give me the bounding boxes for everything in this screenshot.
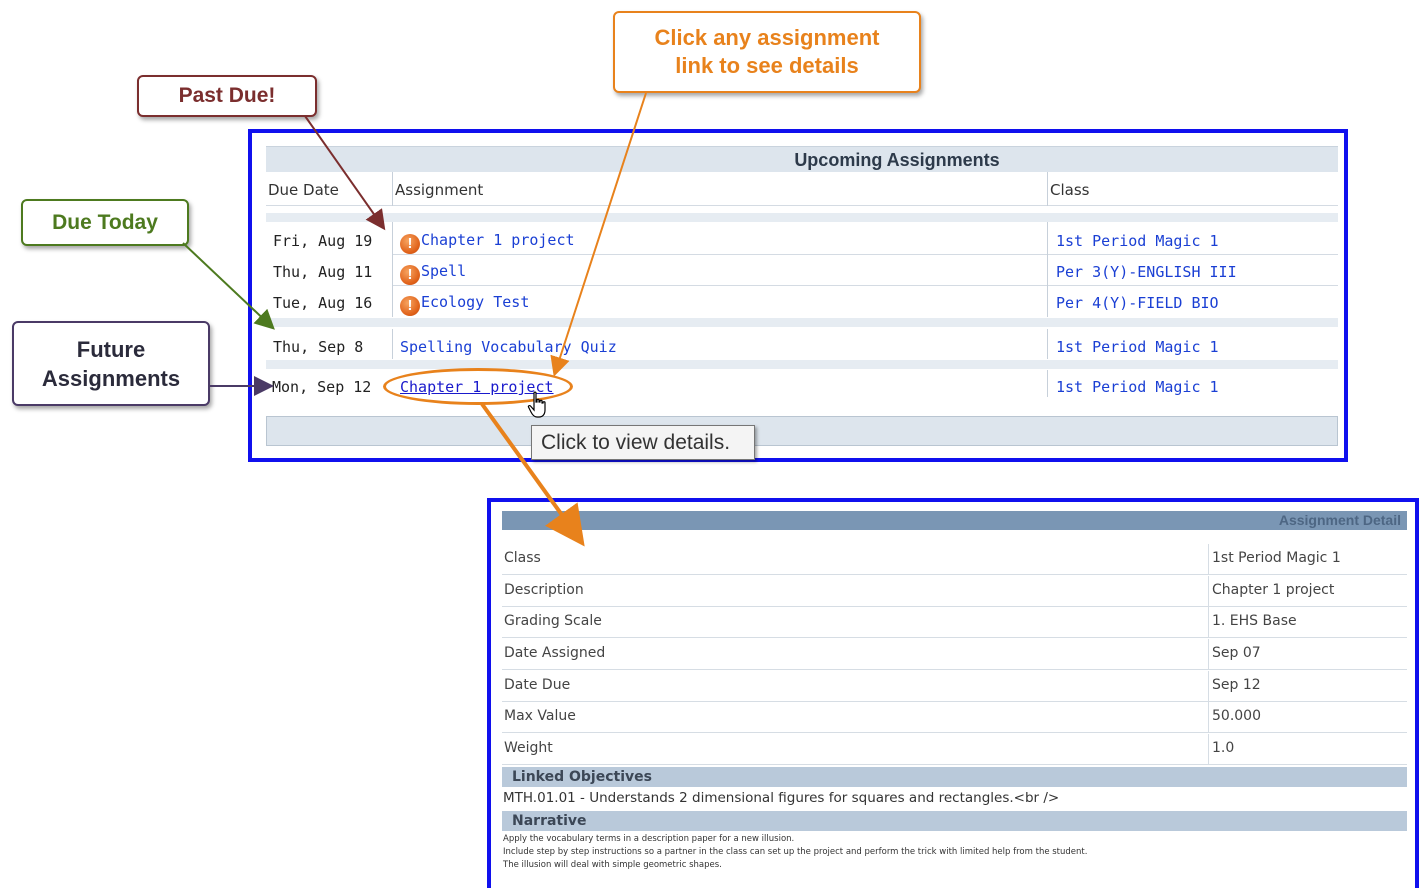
class-link[interactable]: Per 3(Y)-ENGLISH III	[1056, 263, 1237, 281]
detail-row-max-value: Max Value 50.000	[502, 702, 1407, 733]
row-due-date: Thu, Sep 8	[273, 338, 364, 356]
past-due-callout: Past Due!	[137, 75, 317, 117]
exclamation-icon: !	[400, 234, 420, 254]
detail-value: Sep 07	[1212, 645, 1261, 661]
today-col-divider-2	[1047, 329, 1048, 359]
linked-objective-text: MTH.01.01 - Understands 2 dimensional fi…	[503, 790, 1060, 806]
row-due-date: Fri, Aug 19	[273, 232, 373, 250]
future-col-divider	[1047, 370, 1048, 397]
upcoming-assignments-title: Upcoming Assignments	[266, 146, 1338, 172]
assignment-link-text: Ecology Test	[421, 293, 530, 311]
header-due-date: Due Date	[268, 181, 339, 199]
detail-value: Sep 12	[1212, 677, 1261, 693]
detail-label: Grading Scale	[504, 613, 602, 629]
header-class: Class	[1050, 181, 1090, 199]
assignment-link-spell[interactable]: ! Spell	[400, 262, 466, 285]
detail-value: Chapter 1 project	[1212, 582, 1335, 598]
detail-label: Max Value	[504, 708, 576, 724]
narrative-header: Narrative	[502, 811, 1407, 831]
due-today-callout: Due Today	[21, 199, 189, 246]
tooltip: Click to view details.	[531, 425, 755, 460]
row-divider	[392, 285, 1338, 286]
header-assignment: Assignment	[395, 181, 484, 199]
assignment-link-text: Spell	[421, 262, 467, 280]
detail-label: Description	[504, 582, 584, 598]
row-divider	[392, 254, 1338, 255]
assignment-link-text: Chapter 1 project	[421, 231, 575, 249]
due-today-callout-text: Due Today	[52, 210, 158, 234]
future-callout-line2: Assignments	[41, 365, 181, 391]
header-col-divider-1	[392, 172, 393, 206]
past-due-callout-text: Past Due!	[178, 84, 276, 107]
detail-value: 1st Period Magic 1	[1212, 550, 1341, 566]
row-due-date: Tue, Aug 16	[273, 294, 373, 312]
detail-value: 50.000	[1212, 708, 1261, 724]
detail-label: Weight	[504, 740, 553, 756]
hand-cursor-icon	[527, 391, 546, 418]
detail-value: 1. EHS Base	[1212, 613, 1297, 629]
section-spacer-future	[266, 360, 1338, 369]
exclamation-icon: !	[400, 265, 420, 285]
detail-row-grading-scale: Grading Scale 1. EHS Base	[502, 607, 1407, 638]
detail-row-description: Description Chapter 1 project	[502, 576, 1407, 607]
narrative-line: The illusion will deal with simple geome…	[503, 860, 722, 870]
narrative-line: Include step by step instructions so a p…	[503, 847, 1088, 857]
click-assignment-callout: Click any assignment link to see details	[613, 11, 921, 93]
click-callout-line1: Click any assignment	[654, 25, 880, 50]
detail-label: Date Due	[504, 677, 571, 693]
detail-label: Class	[504, 550, 541, 566]
detail-row-date-assigned: Date Assigned Sep 07	[502, 639, 1407, 670]
click-callout-line2: link to see details	[675, 53, 859, 78]
class-link[interactable]: 1st Period Magic 1	[1056, 378, 1219, 396]
today-col-divider-1	[392, 329, 393, 359]
assignment-detail-title: Assignment Detail	[502, 511, 1407, 530]
exclamation-icon: !	[400, 296, 420, 316]
header-col-divider-2	[1047, 172, 1048, 206]
past-due-col-divider-2	[1047, 222, 1048, 317]
row-due-date: Thu, Aug 11	[273, 263, 373, 281]
past-due-col-divider-1	[392, 222, 393, 317]
upcoming-assignments-footer	[266, 416, 1338, 446]
detail-row-class: Class 1st Period Magic 1	[502, 544, 1407, 575]
narrative-line: Apply the vocabulary terms in a descript…	[503, 834, 795, 844]
detail-label: Date Assigned	[504, 645, 606, 661]
detail-row-weight: Weight 1.0	[502, 734, 1407, 765]
class-link[interactable]: 1st Period Magic 1	[1056, 338, 1219, 356]
section-spacer-past-due	[266, 213, 1338, 222]
assignment-link-chapter-1-project-past[interactable]: ! Chapter 1 project	[400, 231, 575, 254]
future-callout-line1: Future	[76, 336, 146, 362]
future-assignments-callout: Future Assignments	[12, 321, 210, 406]
detail-row-date-due: Date Due Sep 12	[502, 671, 1407, 702]
header-divider	[266, 205, 1338, 206]
assignment-link-spelling-vocabulary-quiz[interactable]: Spelling Vocabulary Quiz	[400, 338, 617, 356]
class-link[interactable]: 1st Period Magic 1	[1056, 232, 1219, 250]
row-due-date: Mon, Sep 12	[272, 378, 372, 396]
class-link[interactable]: Per 4(Y)-FIELD BIO	[1056, 294, 1219, 312]
linked-objectives-header: Linked Objectives	[502, 767, 1407, 787]
assignment-link-ecology-test[interactable]: ! Ecology Test	[400, 293, 529, 316]
detail-value: 1.0	[1212, 740, 1235, 756]
section-spacer-today	[266, 318, 1338, 327]
